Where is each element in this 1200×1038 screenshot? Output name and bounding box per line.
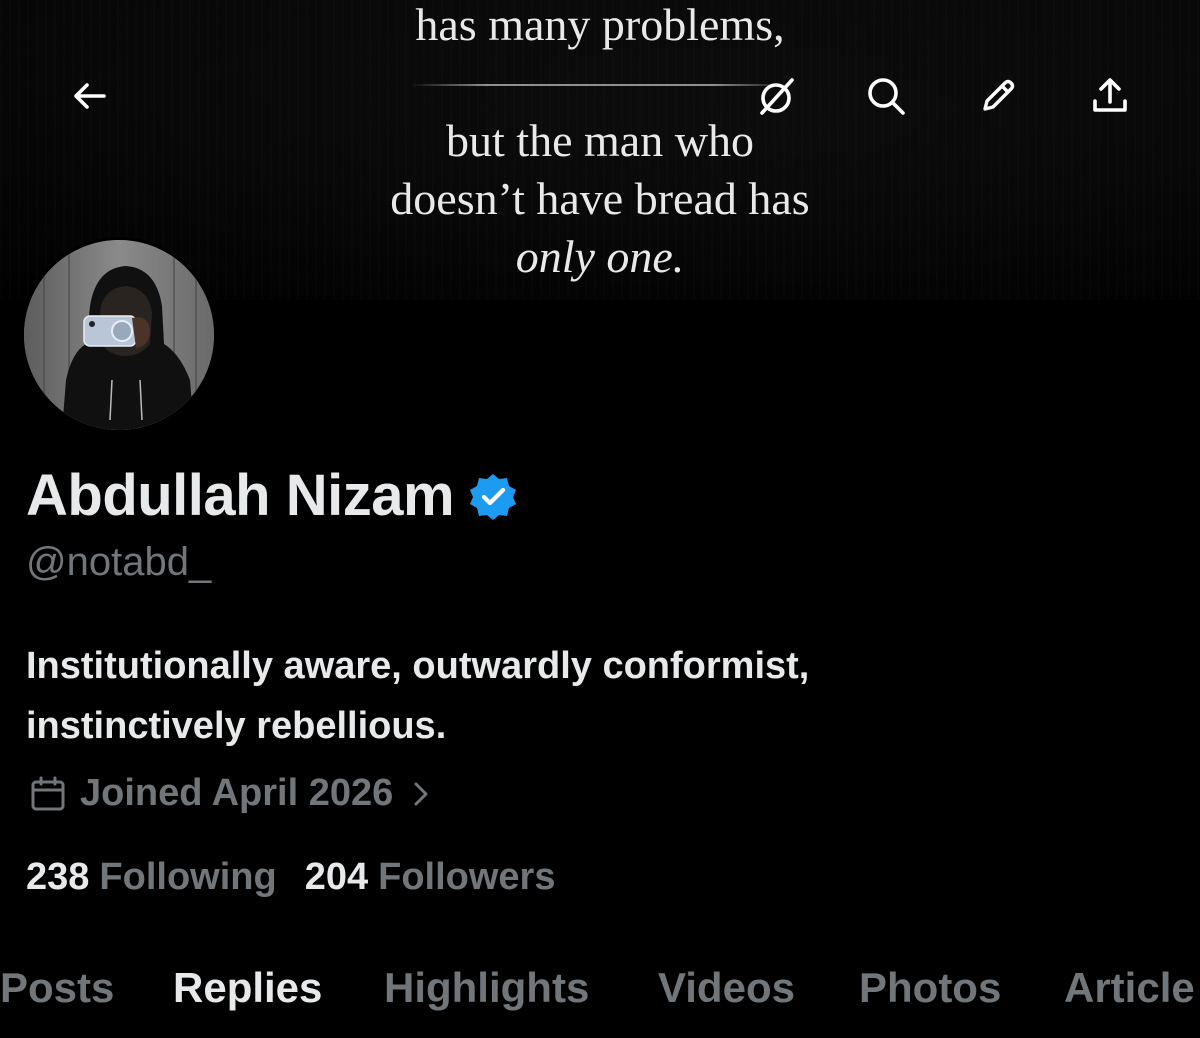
search-icon: [868, 78, 905, 115]
grok-button[interactable]: [752, 72, 800, 120]
banner-quote-line-4: only one.: [515, 231, 685, 282]
bio-line-1: Institutionally aware, outwardly conform…: [26, 645, 810, 687]
user-handle: @notabd_: [26, 540, 212, 584]
back-button[interactable]: [66, 72, 114, 120]
followers-link[interactable]: 204 Followers: [305, 856, 556, 899]
share-icon: [1093, 78, 1127, 112]
tab-photos[interactable]: Photos: [859, 960, 1001, 1016]
tab-videos[interactable]: Videos: [658, 960, 795, 1016]
avatar[interactable]: [24, 240, 214, 430]
search-button[interactable]: [862, 72, 910, 120]
follow-stats: 238 Following 204 Followers: [26, 856, 555, 899]
chevron-right-icon: [414, 782, 428, 805]
display-name: Abdullah Nizam: [26, 462, 518, 529]
verified-badge-icon[interactable]: [468, 472, 518, 522]
following-link[interactable]: 238 Following: [26, 856, 277, 899]
bio-line-2: instinctively rebellious.: [26, 705, 447, 747]
display-name-text: Abdullah Nizam: [26, 463, 455, 528]
tab-replies[interactable]: Replies: [173, 960, 322, 1016]
calendar-icon: [31, 776, 65, 810]
profile-page: has many problems, but the man who doesn…: [0, 0, 1200, 1038]
banner-quote-line-1: has many problems,: [415, 0, 785, 50]
tab-posts[interactable]: Posts: [0, 960, 114, 1016]
followers-count: 204: [304, 856, 369, 898]
tab-article[interactable]: Article: [1064, 960, 1195, 1016]
joined-date-link[interactable]: Joined April 2026: [28, 772, 435, 815]
profile-tabs: Posts Replies Highlights Videos Photos A…: [0, 960, 1200, 1038]
profile-banner[interactable]: has many problems, but the man who doesn…: [0, 0, 1200, 300]
following-count: 238: [26, 856, 90, 898]
banner-quote-line-3: doesn’t have bread has: [390, 173, 810, 224]
edit-button[interactable]: [974, 72, 1022, 120]
bio: Institutionally aware, outwardly conform…: [26, 636, 1146, 756]
share-button[interactable]: [1086, 72, 1134, 120]
following-label: Following: [99, 856, 277, 898]
back-arrow-icon: [74, 83, 106, 109]
followers-label: Followers: [378, 856, 556, 898]
edit-pencil-icon: [983, 79, 1015, 111]
grok-icon: [760, 78, 794, 115]
banner-quote-line-2: but the man who: [446, 115, 754, 166]
avatar-photo: [24, 240, 214, 430]
banner-divider: [410, 84, 790, 86]
joined-date-text: Joined April 2026: [80, 772, 394, 814]
tab-highlights[interactable]: Highlights: [384, 960, 589, 1016]
